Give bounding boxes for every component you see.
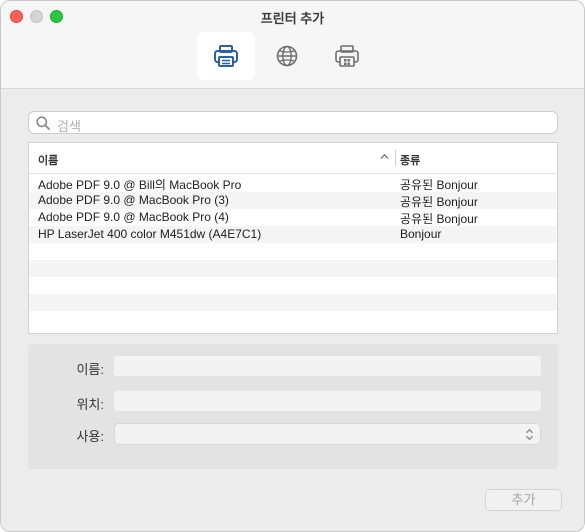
printer-name: HP LaserJet 400 color M451dw (A4E7C1): [38, 227, 262, 241]
name-field[interactable]: [114, 356, 541, 376]
printer-kind: 공유된 Bonjour: [400, 195, 478, 209]
empty-row: [29, 260, 557, 277]
sort-ascending-icon[interactable]: [380, 153, 389, 160]
title-bar: 프린터 추가: [1, 1, 584, 89]
table-header: 이름 종류: [29, 143, 557, 174]
use-popup-menu[interactable]: [114, 423, 541, 445]
printer-name: Adobe PDF 9.0 @ Bill의 MacBook Pro: [38, 178, 242, 192]
empty-row: [29, 294, 557, 311]
printer-name: Adobe PDF 9.0 @ MacBook Pro (3): [38, 193, 229, 207]
column-header-name[interactable]: 이름: [38, 152, 58, 168]
tab-default-printer[interactable]: [197, 32, 255, 80]
add-printer-window: 프린터 추가 검색 이름 종류 Adobe PDF 9.0 @ Bill의 Ma…: [0, 0, 585, 532]
use-label: 사용:: [76, 429, 104, 444]
table-row[interactable]: HP LaserJet 400 color M451dw (A4E7C1) Bo…: [29, 226, 557, 243]
table-row[interactable]: Adobe PDF 9.0 @ Bill의 MacBook Pro 공유된 Bo…: [29, 175, 557, 192]
search-placeholder: 검색: [57, 119, 81, 134]
tab-ip-printer[interactable]: [258, 32, 316, 80]
content-area: 검색 이름 종류 Adobe PDF 9.0 @ Bill의 MacBook P…: [1, 90, 584, 531]
location-field[interactable]: [114, 391, 541, 411]
table-row[interactable]: Adobe PDF 9.0 @ MacBook Pro (3) 공유된 Bonj…: [29, 192, 557, 209]
printer-name: Adobe PDF 9.0 @ MacBook Pro (4): [38, 210, 229, 224]
empty-row: [29, 243, 557, 260]
search-icon: [36, 116, 50, 130]
printer-kind: 공유된 Bonjour: [400, 178, 478, 192]
tab-windows-printer[interactable]: [318, 32, 376, 80]
windows-printer-icon: [335, 45, 359, 67]
search-field[interactable]: 검색: [28, 111, 558, 134]
empty-row: [29, 277, 557, 294]
chevron-up-down-icon: [526, 428, 533, 441]
printer-kind: 공유된 Bonjour: [400, 212, 478, 226]
name-label: 이름:: [76, 362, 104, 377]
location-label: 위치:: [76, 397, 104, 412]
add-button[interactable]: 추가: [485, 489, 562, 511]
printer-details-panel: 이름: 위치: 사용:: [28, 344, 558, 469]
empty-row: [29, 311, 557, 328]
window-title: 프린터 추가: [260, 11, 325, 26]
printer-list: 이름 종류 Adobe PDF 9.0 @ Bill의 MacBook Pro …: [28, 142, 558, 334]
column-header-kind[interactable]: 종류: [400, 152, 420, 168]
table-row[interactable]: Adobe PDF 9.0 @ MacBook Pro (4) 공유된 Bonj…: [29, 209, 557, 226]
globe-icon: [276, 45, 298, 67]
printer-kind: Bonjour: [400, 227, 442, 241]
printer-icon: [214, 45, 238, 67]
column-separator[interactable]: [395, 150, 396, 166]
